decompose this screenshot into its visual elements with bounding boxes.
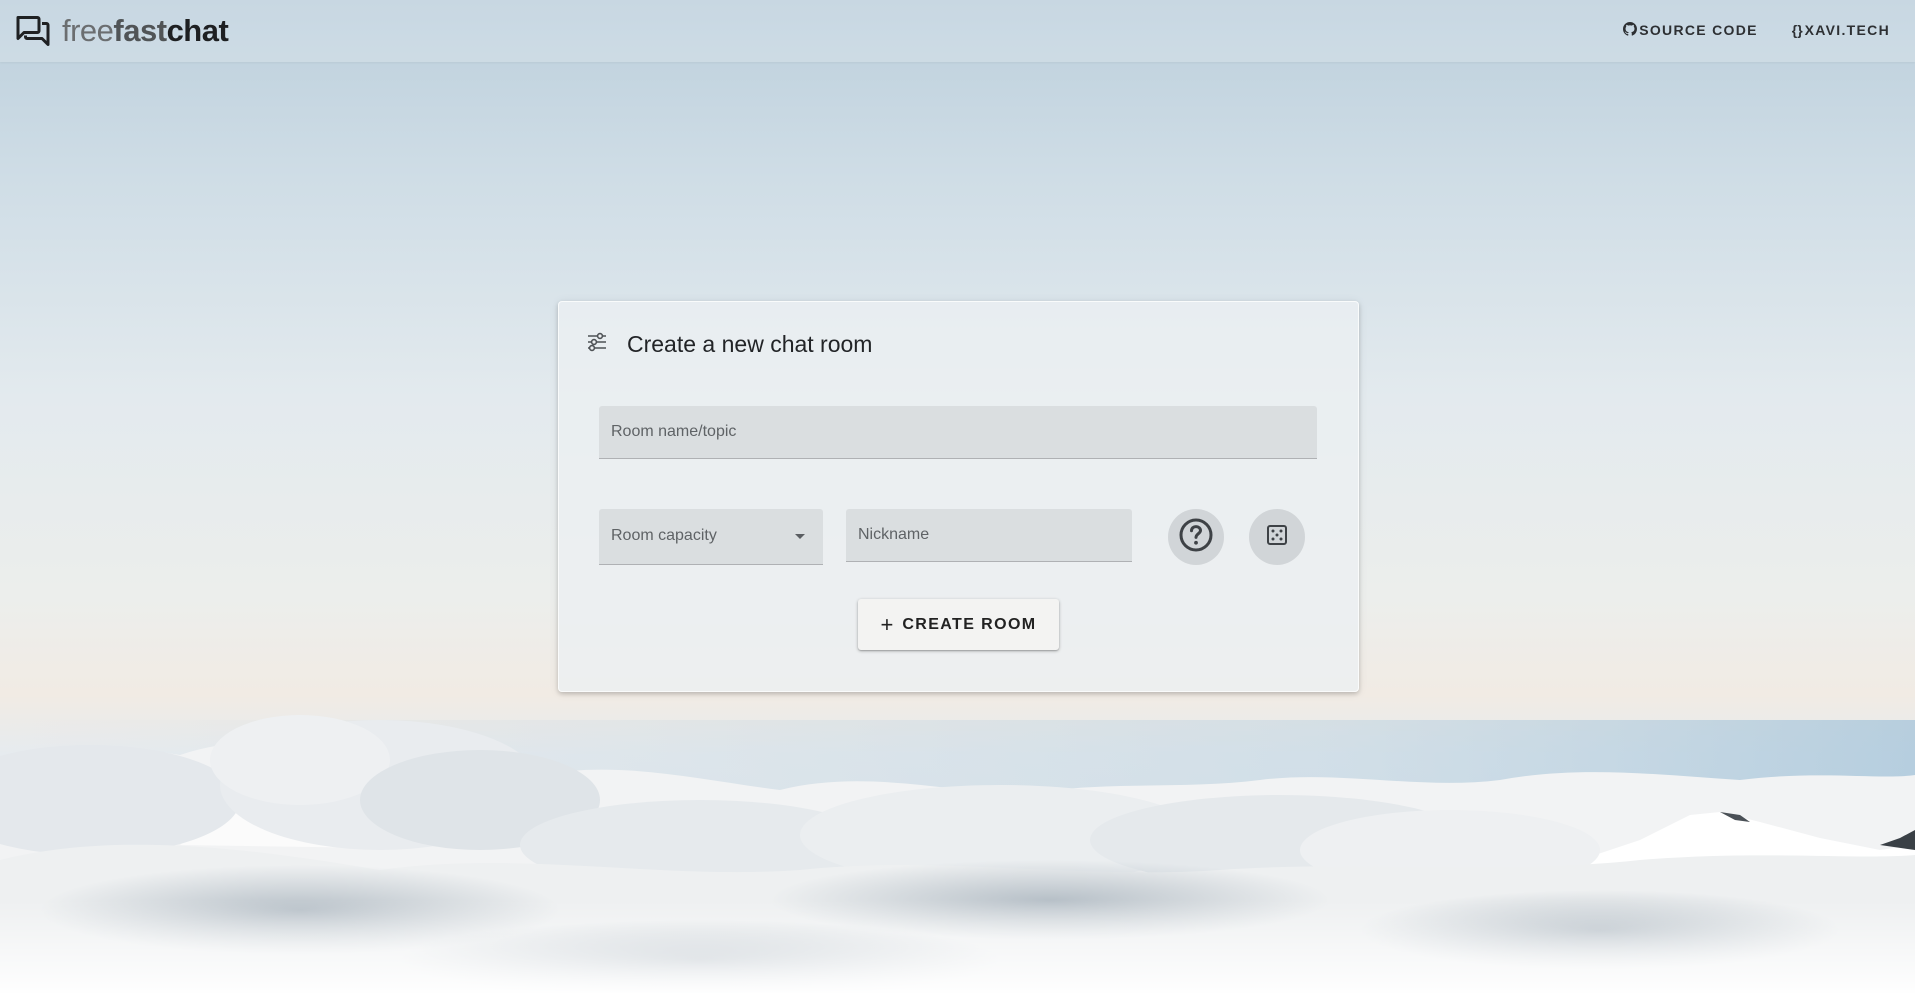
brand-chat: chat [166, 13, 229, 48]
nickname-input[interactable] [846, 509, 1132, 561]
create-room-label: CREATE ROOM [902, 615, 1037, 633]
create-room-button[interactable]: + CREATE ROOM [858, 599, 1059, 650]
app-bar: freefastchat SOURCE CODE {} XAVI.TECH [0, 0, 1915, 62]
room-name-input[interactable] [599, 406, 1317, 458]
brand-logo[interactable]: freefastchat [15, 12, 229, 50]
create-room-card: Create a new chat room Room capacity [558, 301, 1359, 692]
top-nav: SOURCE CODE {} XAVI.TECH [1589, 0, 1890, 60]
card-header: Create a new chat room [585, 330, 872, 358]
plus-icon: + [880, 611, 894, 637]
help-circle-icon [1178, 517, 1214, 558]
tune-sliders-icon [585, 330, 609, 359]
xavi-tech-link[interactable]: {} XAVI.TECH [1792, 22, 1890, 38]
source-code-label: SOURCE CODE [1639, 22, 1758, 38]
room-capacity-select[interactable]: Room capacity [599, 509, 823, 565]
random-nickname-button[interactable] [1249, 509, 1305, 565]
braces-icon: {} [1791, 22, 1803, 38]
dice-icon [1265, 523, 1289, 552]
xavi-tech-label: XAVI.TECH [1804, 22, 1890, 38]
room-capacity-label: Room capacity [611, 527, 717, 544]
help-button[interactable] [1168, 509, 1224, 565]
card-title: Create a new chat room [627, 330, 873, 357]
dropdown-arrow-icon [795, 534, 805, 539]
brand-free: free [62, 13, 114, 48]
room-name-field[interactable] [599, 406, 1317, 459]
nickname-field[interactable] [846, 509, 1132, 562]
chat-bubbles-icon [15, 13, 51, 49]
source-code-link[interactable]: SOURCE CODE [1623, 21, 1758, 39]
brand-name: freefastchat [62, 13, 229, 49]
brand-fast: fast [113, 13, 167, 48]
github-icon [1623, 21, 1639, 39]
